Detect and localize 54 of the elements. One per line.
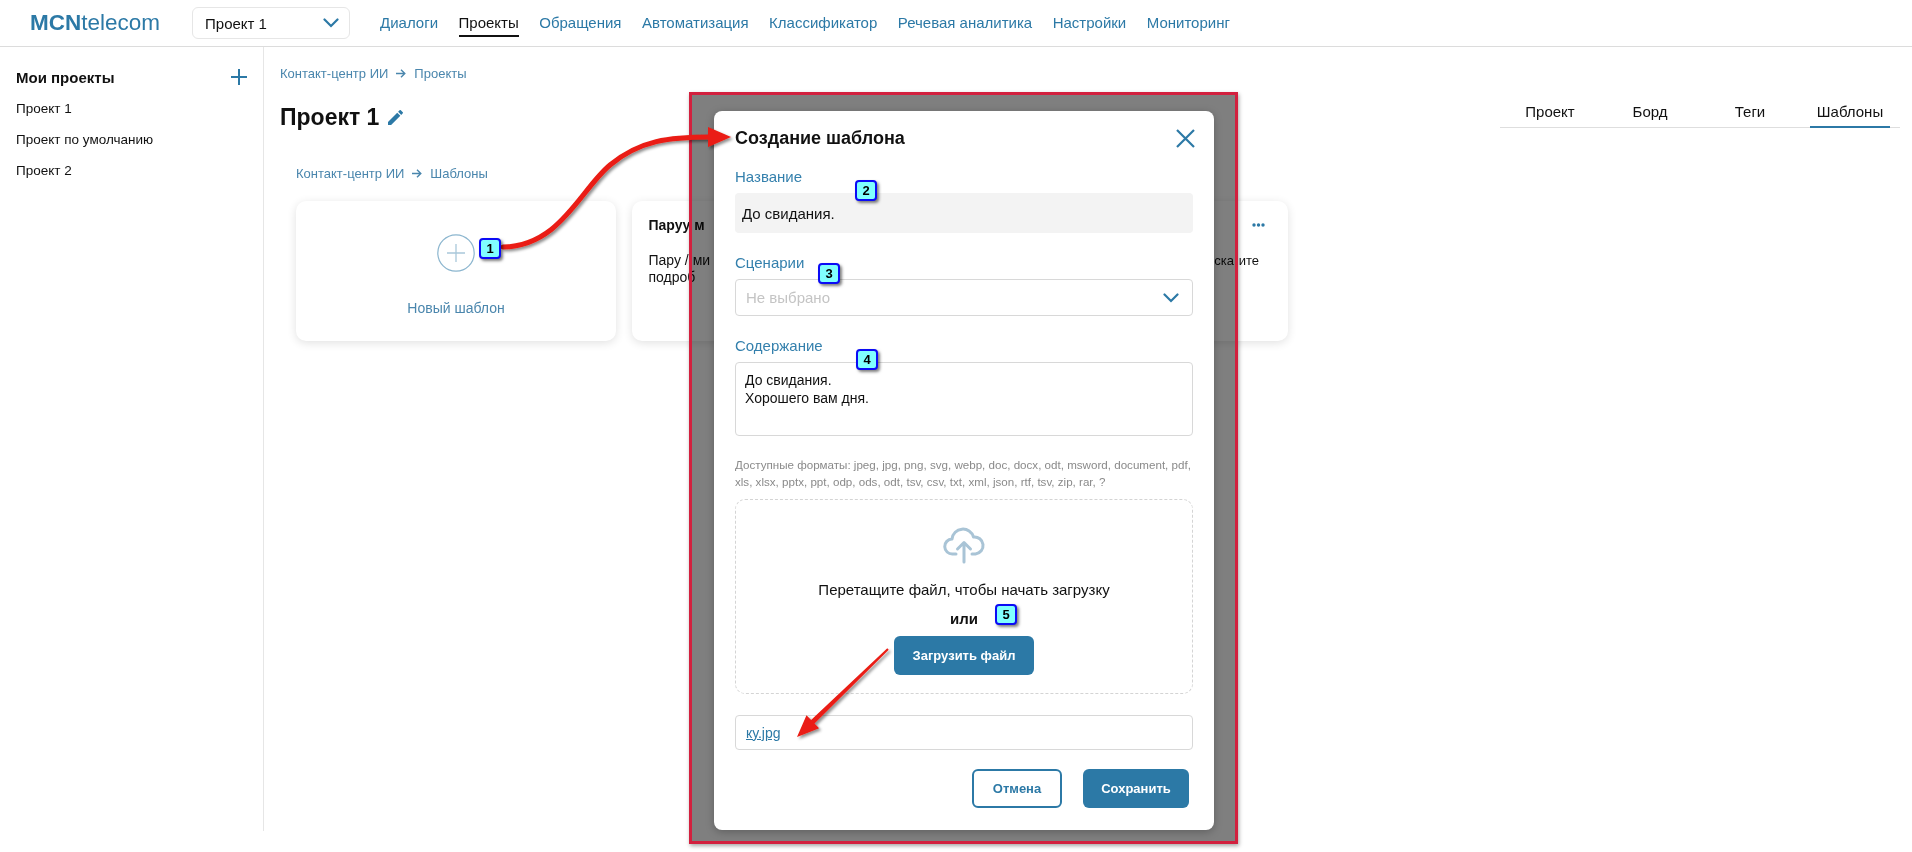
more-icon[interactable] [1252, 223, 1265, 227]
page-title: Проект 1 [280, 103, 380, 132]
field-label: Сценарии [735, 253, 805, 273]
breadcrumb-link[interactable]: Шаблоны [430, 165, 488, 181]
chevron-down-icon [323, 18, 340, 28]
field-label: Название [735, 167, 803, 187]
nav-link[interactable]: Автоматизация [642, 9, 749, 37]
step-badge: 1 [479, 238, 501, 259]
dropzone-or-text: или [950, 609, 978, 629]
project-select[interactable]: Проект 1 [192, 7, 351, 39]
sidebar-title: Мои проекты [16, 68, 115, 86]
sidebar-item[interactable]: Проект 1 [0, 93, 72, 124]
upload-button[interactable]: Загрузить файл [894, 636, 1034, 675]
step-badge: 4 [856, 349, 878, 370]
arrow-right-icon [396, 68, 407, 78]
nav-link[interactable]: Мониторинг [1146, 9, 1230, 37]
cloud-upload-icon [943, 526, 985, 564]
tab[interactable]: Борд [1610, 97, 1690, 128]
nav-link[interactable]: Диалоги [380, 9, 439, 37]
cancel-button[interactable]: Отмена [972, 769, 1062, 808]
file-link[interactable]: ку.jpg [746, 724, 781, 741]
step-badge: 2 [855, 180, 877, 201]
sidebar-item[interactable]: Проект по умолчанию [0, 124, 154, 155]
template-text: Пару / ми [648, 252, 711, 269]
step-badge: 5 [995, 604, 1017, 625]
close-icon[interactable] [1176, 128, 1195, 148]
nav-link[interactable]: Классификатор [769, 9, 878, 37]
template-title: Паруу м [648, 217, 705, 233]
template-text: ска [1214, 252, 1234, 269]
step-badge: 3 [818, 263, 840, 284]
breadcrumb-link[interactable]: Проекты [414, 65, 467, 81]
field-label: Содержание [735, 336, 823, 356]
logo[interactable]: MCNtelecom [30, 10, 161, 36]
nav-link[interactable]: Настройки [1052, 9, 1127, 37]
modal-title: Создание шаблона [735, 127, 905, 149]
sidebar-item[interactable]: Проект 2 [0, 155, 72, 186]
save-button[interactable]: Сохранить [1083, 769, 1189, 808]
new-template-label: Новый шаблон [407, 299, 505, 317]
arrow-right-icon [412, 168, 423, 178]
dropzone-text: Перетащите файл, чтобы начать загрузку [818, 580, 1110, 600]
tab[interactable]: Шаблоны [1810, 97, 1890, 128]
nav-link[interactable]: Обращения [539, 9, 622, 37]
nav-link[interactable]: Речевая аналитика [897, 9, 1033, 37]
breadcrumb-link[interactable]: Контакт-центр ИИ [296, 165, 405, 181]
plus-circle-icon [437, 234, 475, 272]
plus-icon[interactable] [231, 69, 247, 85]
tab[interactable]: Теги [1710, 97, 1790, 128]
breadcrumb-link[interactable]: Контакт-центр ИИ [280, 65, 389, 81]
formats-hint: Доступные форматы: jpeg, jpg, png, svg, webp, doc, docx, odt, msword, document, pdf, xls, xlsx, pptx, ppt, odp, ods, odt, tsv, csv, txt, xml, json, rtf, tsv, zip, rar, ? [735, 457, 1192, 490]
pencil-icon[interactable] [388, 109, 404, 125]
chevron-down-icon [1163, 292, 1179, 303]
tab[interactable]: Проект [1510, 97, 1590, 128]
nav-link[interactable]: Проекты [458, 9, 519, 37]
template-text: ите [1238, 252, 1259, 269]
